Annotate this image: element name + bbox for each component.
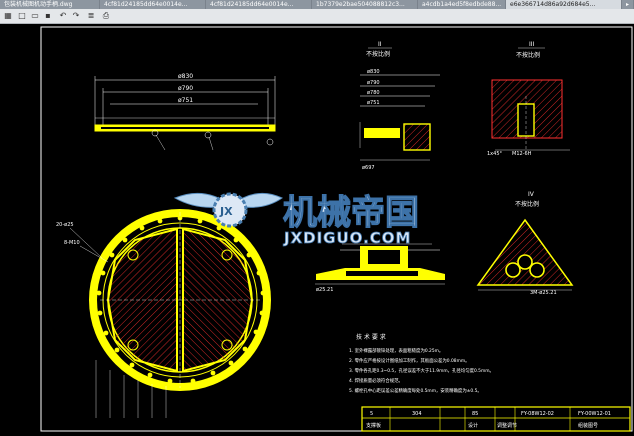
flange-detail: ø25.21 [315,243,445,293]
tab-0[interactable]: 包装机械图机动手柄.dwg [0,0,100,9]
dim-thread: M12-6H [512,151,532,157]
notes-line-2: 2. 零件应严格按设计图纸加工制作，其板面公差为0.08mm。 [349,357,470,364]
tab-4[interactable]: a4cdb1a4ed5f8edbde88... [418,0,506,9]
document-tab-bar: 包装机械图机动手柄.dwg 4cf81d24185dd64e0014e... 4… [0,0,634,9]
notes-title: 技 术 要 求 [356,333,386,341]
watermark-logo-text: JX [219,205,233,218]
tb-r1-c4: FY-08W12-02 [521,411,554,417]
tab-1[interactable]: 4cf81d24185dd64e0014e... [100,0,206,9]
tab-2[interactable]: 4cf81d24185dd64e0014e... [206,0,312,9]
undo-icon[interactable]: ↶ [58,11,68,21]
view-III-label: III [529,41,535,48]
view-II-label: II [378,41,382,48]
open-icon[interactable]: ▭ [30,11,40,21]
dim-hole20: 20-ø25 [56,222,74,228]
redo-icon[interactable]: ↷ [71,11,81,21]
title-block: 5 304 85 FY-08W12-02 FY-00W12-01 支撑板 设计 … [361,406,631,432]
technical-notes: 技 术 要 求 1. 室外裸露部镀锌处理，表面粗糙度为0.25m。 2. 零件应… [349,333,494,394]
tb-r2-c6: 组装图号 [578,422,598,429]
new-file-icon[interactable]: □ [17,11,27,21]
tab-scroll-right[interactable]: ▸ [622,0,634,9]
notes-line-1: 1. 室外裸露部镀锌处理，表面粗糙度为0.25m。 [349,347,443,354]
app-menu-icon[interactable]: ▦ [3,11,13,21]
dim-bottom: 3M-ø25.21 [530,290,557,296]
dim-r780: ø780 [367,90,380,96]
notes-line-4: 4. 焊接质量必须符合规范。 [349,377,403,384]
view-IV-section: IV 不按比例 3M-ø25.21 [476,191,574,296]
plate-plan-view: 20-ø25 8-M10 [56,209,271,418]
dim-edge: ø25.21 [316,287,333,293]
view-II-scale: 不按比例 [366,50,390,58]
print-icon[interactable]: ⎙ [101,11,111,21]
tb-r2-c1: 支撑板 [366,422,381,429]
tb-r2-c3: 设计 [468,422,478,429]
quick-access-toolbar: ▦ □ ▭ ▪ ↶ ↷ ≣ ⎙ [0,9,634,24]
dim-d830: ø830 [178,73,193,80]
tb-r1-c3: 85 [472,411,478,417]
watermark-domain: JXDIGUO.COM [283,229,411,247]
dim-d697: ø697 [362,165,375,171]
watermark-brand: 机械帝国 [283,193,419,233]
dim-d790: ø790 [178,85,193,92]
tb-r2-c4: 调整调节 [497,422,517,429]
drawing-canvas[interactable]: ø830 ø790 ø751 II 不按比例 ø830 ø790 ø780 ø7… [0,24,634,432]
notes-line-5: 5. 螺栓孔中心距误差公差精确度每处0.5mm，安装精确度为±0.5。 [349,387,482,394]
dim-r830: ø830 [367,69,380,75]
tab-5-active[interactable]: e6e366714d86a92d684e5... [506,0,622,9]
view-IV-scale: 不按比例 [515,200,539,208]
notes-line-3: 3. 零件各孔距0.3~0.5，孔径误差不大于11.9mm，孔径均匀度0.5mm… [349,367,494,374]
dim-hole8: 8-M10 [64,240,80,246]
plate-side-view: ø830 ø790 ø751 [94,73,276,151]
view-III-scale: 不按比例 [516,51,540,59]
view-III-section: III 不按比例 1x45° M12-6H [487,41,570,157]
view-II-section: II 不按比例 ø830 ø790 ø780 ø751 ø697 [359,41,440,171]
dim-r790: ø790 [367,80,380,86]
tb-r1-c2: 304 [412,411,422,417]
dim-angle45: 1x45° [487,151,503,157]
tb-r1-c5: FY-00W12-01 [578,411,611,417]
tb-r1-c1: 5 [370,411,373,417]
view-IV-label: IV [528,191,535,198]
tab-3[interactable]: 1b7379e2bae504088812c3... [312,0,418,9]
layer-icon[interactable]: ≣ [86,11,96,21]
save-icon[interactable]: ▪ [43,11,53,21]
dim-d751: ø751 [178,97,193,104]
dim-r751: ø751 [367,100,380,106]
